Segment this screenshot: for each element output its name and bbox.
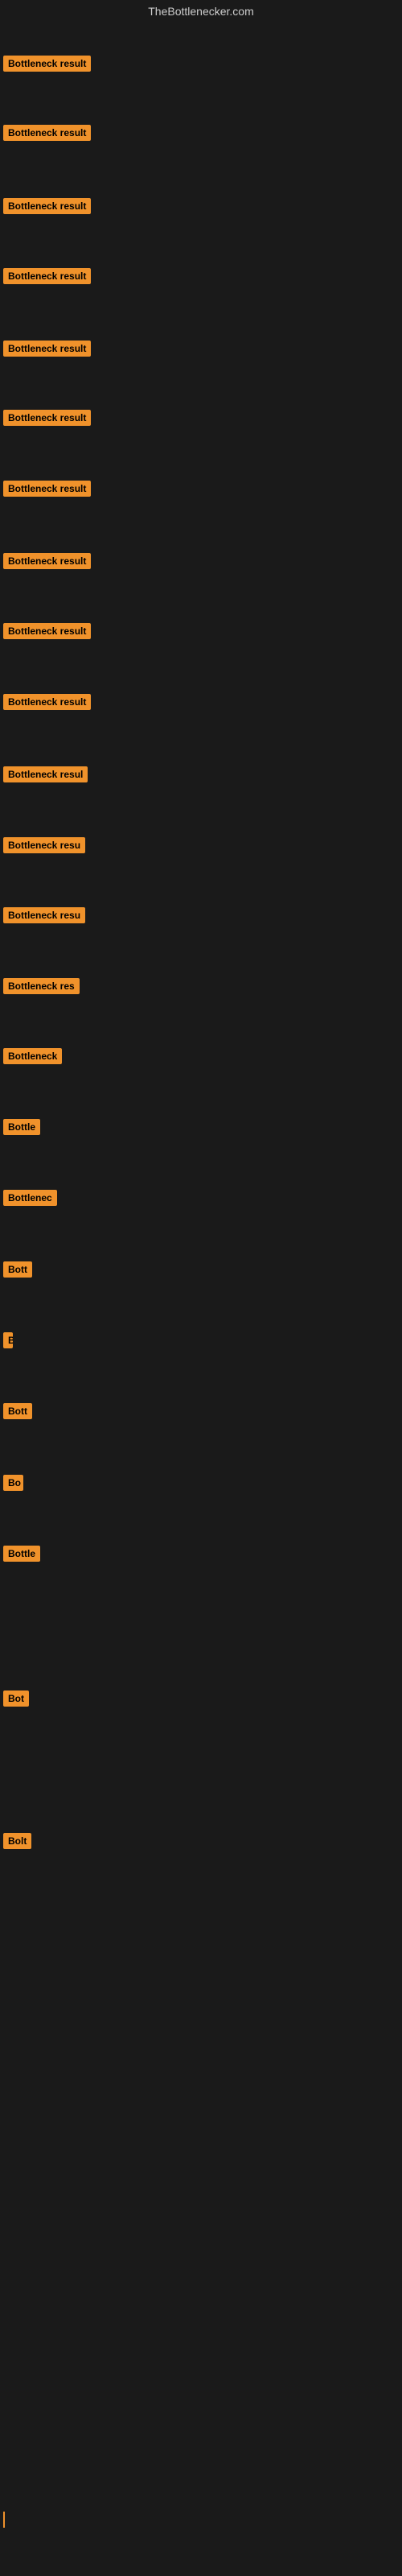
bottleneck-badge: Bottleneck result [3, 56, 91, 72]
bottleneck-row: Bottleneck resu [0, 834, 88, 861]
bottleneck-row: Bo [0, 1472, 27, 1498]
site-title: TheBottlenecker.com [0, 0, 402, 23]
bottleneck-badge: Bottle [3, 1546, 40, 1562]
bottleneck-badge: Bottleneck resul [3, 766, 88, 782]
bottleneck-badge: Bolt [3, 1833, 31, 1849]
bottleneck-badge: Bott [3, 1261, 32, 1278]
bottleneck-row: Bottleneck result [0, 550, 94, 576]
bottleneck-badge: Bo [3, 1475, 23, 1491]
bottleneck-badge: Bottleneck result [3, 198, 91, 214]
bottleneck-badge: B [3, 1332, 13, 1348]
bottleneck-badge: Bottleneck result [3, 125, 91, 141]
bottleneck-row: Bot [0, 1687, 32, 1714]
bottleneck-row: Bottleneck result [0, 691, 94, 717]
bottleneck-badge: Bottleneck result [3, 623, 91, 639]
bottleneck-row: Bottle [0, 1116, 43, 1142]
bottleneck-badge: Bottleneck result [3, 694, 91, 710]
bottleneck-row: Bottleneck result [0, 265, 94, 291]
bottleneck-badge: Bottleneck result [3, 553, 91, 569]
bottleneck-badge: Bottleneck result [3, 410, 91, 426]
bottleneck-row: Bottleneck result [0, 477, 94, 504]
bottleneck-row: Bottleneck res [0, 975, 83, 1001]
bottleneck-row: B [0, 1329, 16, 1356]
bottleneck-row: Bott [0, 1400, 35, 1426]
bottleneck-badge: Bottleneck result [3, 268, 91, 284]
bottleneck-row: Bottleneck result [0, 620, 94, 646]
bottleneck-row: Bottleneck result [0, 122, 94, 148]
bottleneck-row: Bottle [0, 1542, 43, 1569]
bottleneck-row: Bott [0, 1258, 35, 1285]
bottleneck-badge: Bottleneck [3, 1048, 62, 1064]
bottleneck-row: Bottleneck resul [0, 763, 91, 790]
bottleneck-badge: Bottleneck result [3, 341, 91, 357]
bottleneck-row: Bottleneck resu [0, 904, 88, 931]
bottom-cursor [3, 2512, 5, 2528]
bottleneck-row: Bottleneck result [0, 407, 94, 433]
bottleneck-row: Bottleneck result [0, 337, 94, 364]
bottleneck-badge: Bot [3, 1690, 29, 1707]
bottleneck-badge: Bott [3, 1403, 32, 1419]
bottleneck-row: Bottleneck result [0, 195, 94, 221]
bottleneck-row: Bottleneck [0, 1045, 65, 1071]
bottleneck-badge: Bottleneck resu [3, 907, 85, 923]
bottleneck-row: Bottleneck result [0, 52, 94, 79]
bottleneck-badge: Bottleneck res [3, 978, 80, 994]
bottleneck-row: Bolt [0, 1830, 35, 1856]
bottleneck-badge: Bottleneck resu [3, 837, 85, 853]
bottleneck-row: Bottlenec [0, 1187, 60, 1213]
bottleneck-badge: Bottle [3, 1119, 40, 1135]
bottleneck-badge: Bottlenec [3, 1190, 57, 1206]
bottleneck-badge: Bottleneck result [3, 481, 91, 497]
